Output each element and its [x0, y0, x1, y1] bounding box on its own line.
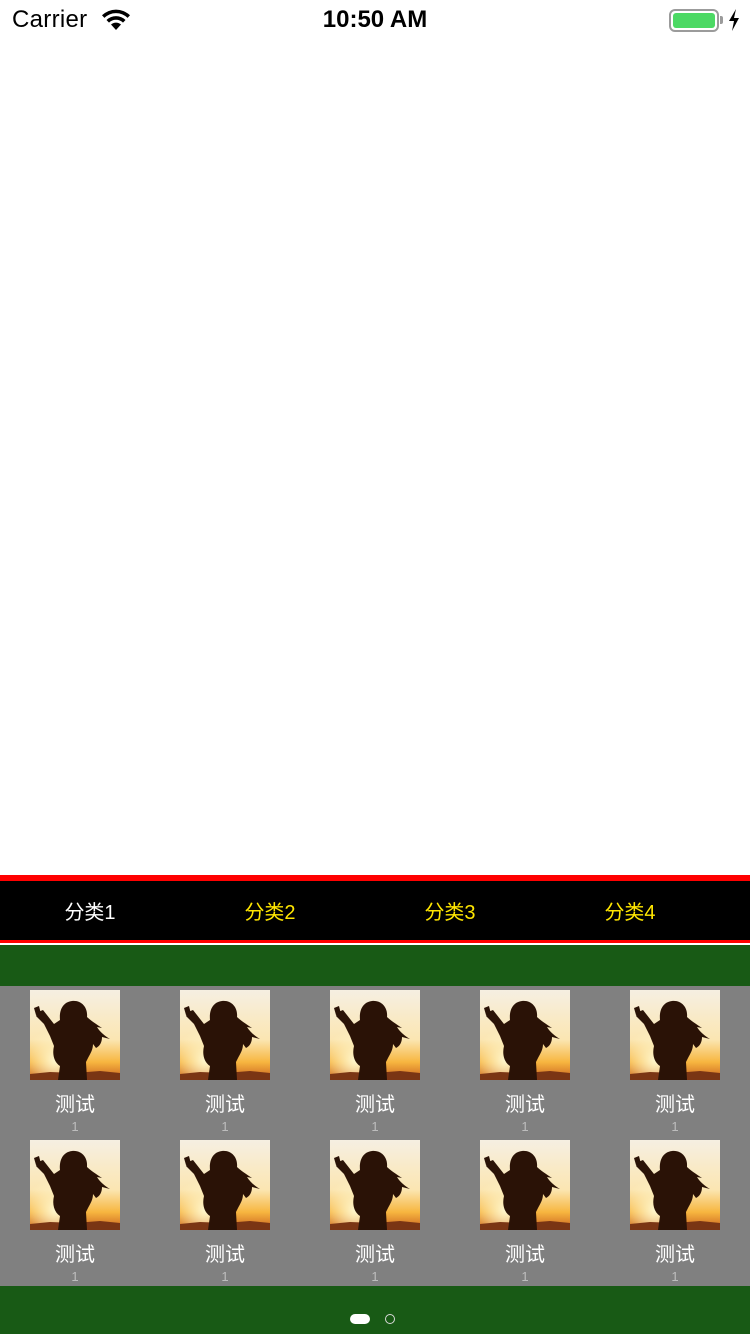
grid-item-title: 测试 [505, 1094, 545, 1116]
silhouette-photo-icon [330, 990, 420, 1080]
status-time: 10:50 AM [322, 6, 428, 33]
silhouette-photo-icon [630, 1140, 720, 1230]
battery-icon [669, 9, 719, 32]
silhouette-photo-icon [30, 990, 120, 1080]
grid-item[interactable]: 测试 1 [150, 986, 300, 1136]
grid-item-title: 测试 [505, 1244, 545, 1266]
grid-item[interactable]: 测试 1 [0, 986, 150, 1136]
grid-item-title: 测试 [55, 1244, 95, 1266]
grid-item-count: 1 [71, 1269, 79, 1284]
grid-item-title: 测试 [355, 1094, 395, 1116]
silhouette-photo-icon [180, 990, 270, 1080]
grid-item-title: 测试 [655, 1094, 695, 1116]
silhouette-photo-icon [180, 1140, 270, 1230]
grid-item-title: 测试 [55, 1094, 95, 1116]
pager-band [0, 1286, 750, 1334]
category-tab-bar: 分类1 分类2 分类3 分类4 [0, 881, 750, 940]
grid-item-count: 1 [671, 1269, 679, 1284]
grid-item[interactable]: 测试 1 [300, 1136, 450, 1286]
grid-item-count: 1 [221, 1269, 229, 1284]
grid-item-count: 1 [371, 1269, 379, 1284]
grid-item-count: 1 [371, 1119, 379, 1134]
grid-item[interactable]: 测试 1 [150, 1136, 300, 1286]
status-bar: Carrier 10:50 AM [0, 0, 750, 40]
page-indicator-dot-2[interactable] [385, 1314, 395, 1324]
battery-level [673, 13, 715, 28]
grid-item[interactable]: 测试 1 [450, 1136, 600, 1286]
item-grid: 测试 1 测试 1 测试 1 测试 1 测试 1 测试 1 测试 1 测试 1 测试 1 测试 1 [0, 986, 750, 1286]
grid-item-count: 1 [521, 1119, 529, 1134]
silhouette-photo-icon [480, 990, 570, 1080]
silhouette-photo-icon [330, 1140, 420, 1230]
silhouette-photo-icon [630, 990, 720, 1080]
charging-bolt-icon [729, 9, 739, 31]
silhouette-photo-icon [30, 1140, 120, 1230]
grid-item-title: 测试 [655, 1244, 695, 1266]
grid-item[interactable]: 测试 1 [600, 1136, 750, 1286]
grid-item[interactable]: 测试 1 [600, 986, 750, 1136]
grid-item-title: 测试 [355, 1244, 395, 1266]
grid-item-count: 1 [71, 1119, 79, 1134]
grid-item-count: 1 [671, 1119, 679, 1134]
tab-category-2[interactable]: 分类2 [180, 881, 360, 940]
grid-item[interactable]: 测试 1 [450, 986, 600, 1136]
grid-item[interactable]: 测试 1 [300, 986, 450, 1136]
battery-cap [720, 16, 723, 24]
grid-item-count: 1 [221, 1119, 229, 1134]
grid-item-title: 测试 [205, 1244, 245, 1266]
silhouette-photo-icon [480, 1140, 570, 1230]
tab-category-1[interactable]: 分类1 [0, 881, 180, 940]
section-header-band [0, 945, 750, 986]
tab-category-4[interactable]: 分类4 [540, 881, 720, 940]
grid-item[interactable]: 测试 1 [0, 1136, 150, 1286]
tab-category-3[interactable]: 分类3 [360, 881, 540, 940]
grid-item-count: 1 [521, 1269, 529, 1284]
grid-item-title: 测试 [205, 1094, 245, 1116]
page-indicator-dot-1[interactable] [350, 1314, 370, 1324]
